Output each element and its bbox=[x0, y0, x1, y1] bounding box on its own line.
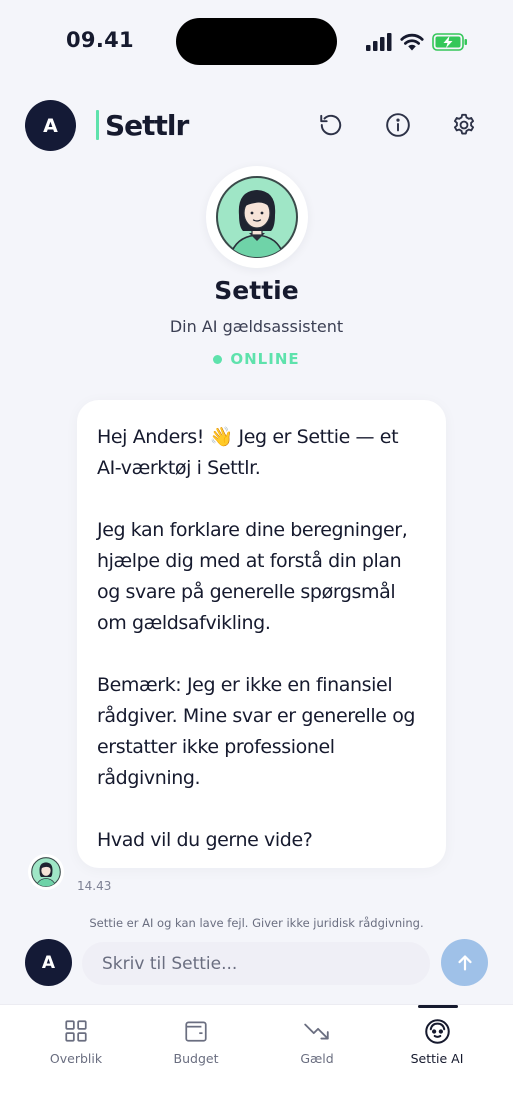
logo-accent-bar bbox=[96, 110, 99, 140]
app-header: A Settlr bbox=[0, 100, 513, 152]
profile-avatar-button[interactable]: A bbox=[25, 100, 76, 151]
gear-icon bbox=[453, 113, 475, 135]
bot-face-icon bbox=[424, 1018, 450, 1044]
status-icons bbox=[366, 30, 468, 54]
info-button[interactable] bbox=[384, 111, 412, 139]
composer-user-avatar: A bbox=[25, 939, 72, 986]
tab-overblik[interactable]: Overblik bbox=[16, 1017, 136, 1066]
tab-label: Overblik bbox=[49, 1051, 103, 1066]
assistant-avatar bbox=[206, 166, 308, 268]
status-bar: 09.41 bbox=[0, 0, 513, 84]
assistant-portrait-icon bbox=[216, 176, 298, 258]
app-logo: Settlr bbox=[96, 108, 189, 142]
message-paragraph: Bemærk: Jeg er ikke en finansiel rådgive… bbox=[97, 674, 416, 789]
assistant-subtitle: Din AI gældsassistent bbox=[169, 317, 344, 336]
refresh-icon bbox=[320, 114, 342, 136]
trend-down-icon bbox=[304, 1023, 329, 1040]
send-button[interactable] bbox=[441, 939, 488, 986]
assistant-name: Settie bbox=[214, 276, 299, 305]
assistant-message-bubble: Hej Anders! 👋 Jeg er Settie — et AI-værk… bbox=[77, 400, 446, 868]
tab-budget[interactable]: Budget bbox=[136, 1017, 256, 1066]
message-paragraph: Hej Anders! 👋 Jeg er Settie — et AI-værk… bbox=[97, 426, 399, 479]
logo-text: Settlr bbox=[105, 108, 189, 142]
message-input[interactable] bbox=[82, 942, 430, 985]
reset-chat-button[interactable] bbox=[317, 111, 345, 139]
dynamic-island bbox=[176, 18, 337, 65]
tab-label: Gæld bbox=[300, 1051, 334, 1066]
arrow-up-icon bbox=[457, 954, 472, 971]
battery-charging-icon bbox=[432, 33, 467, 51]
settings-button[interactable] bbox=[450, 111, 478, 139]
tab-label: Budget bbox=[173, 1051, 219, 1066]
assistant-portrait-small-icon bbox=[31, 857, 61, 887]
active-tab-indicator bbox=[418, 1005, 458, 1008]
wallet-icon bbox=[185, 1021, 207, 1042]
status-label: ONLINE bbox=[230, 350, 300, 368]
bottom-tab-bar: Overblik Budget Gæld Settie AI bbox=[0, 1004, 513, 1100]
tab-settie-ai[interactable]: Settie AI bbox=[377, 1017, 497, 1066]
message-sender-avatar bbox=[28, 854, 64, 890]
tab-label: Settie AI bbox=[410, 1051, 464, 1066]
wifi-icon bbox=[400, 33, 424, 51]
message-timestamp: 14.43 bbox=[77, 879, 112, 893]
info-icon bbox=[386, 113, 410, 137]
ai-disclaimer: Settie er AI og kan lave fejl. Giver ikk… bbox=[89, 916, 424, 930]
message-paragraph: Jeg kan forklare dine beregninger, hjælp… bbox=[97, 519, 408, 634]
assistant-online-status: ONLINE bbox=[0, 350, 513, 368]
signal-icon bbox=[366, 33, 392, 51]
online-dot bbox=[213, 354, 223, 364]
status-time: 09.41 bbox=[66, 28, 134, 52]
grid-icon bbox=[65, 1020, 87, 1042]
tab-gaeld[interactable]: Gæld bbox=[257, 1017, 377, 1066]
message-paragraph: Hvad vil du gerne vide? bbox=[97, 829, 313, 851]
